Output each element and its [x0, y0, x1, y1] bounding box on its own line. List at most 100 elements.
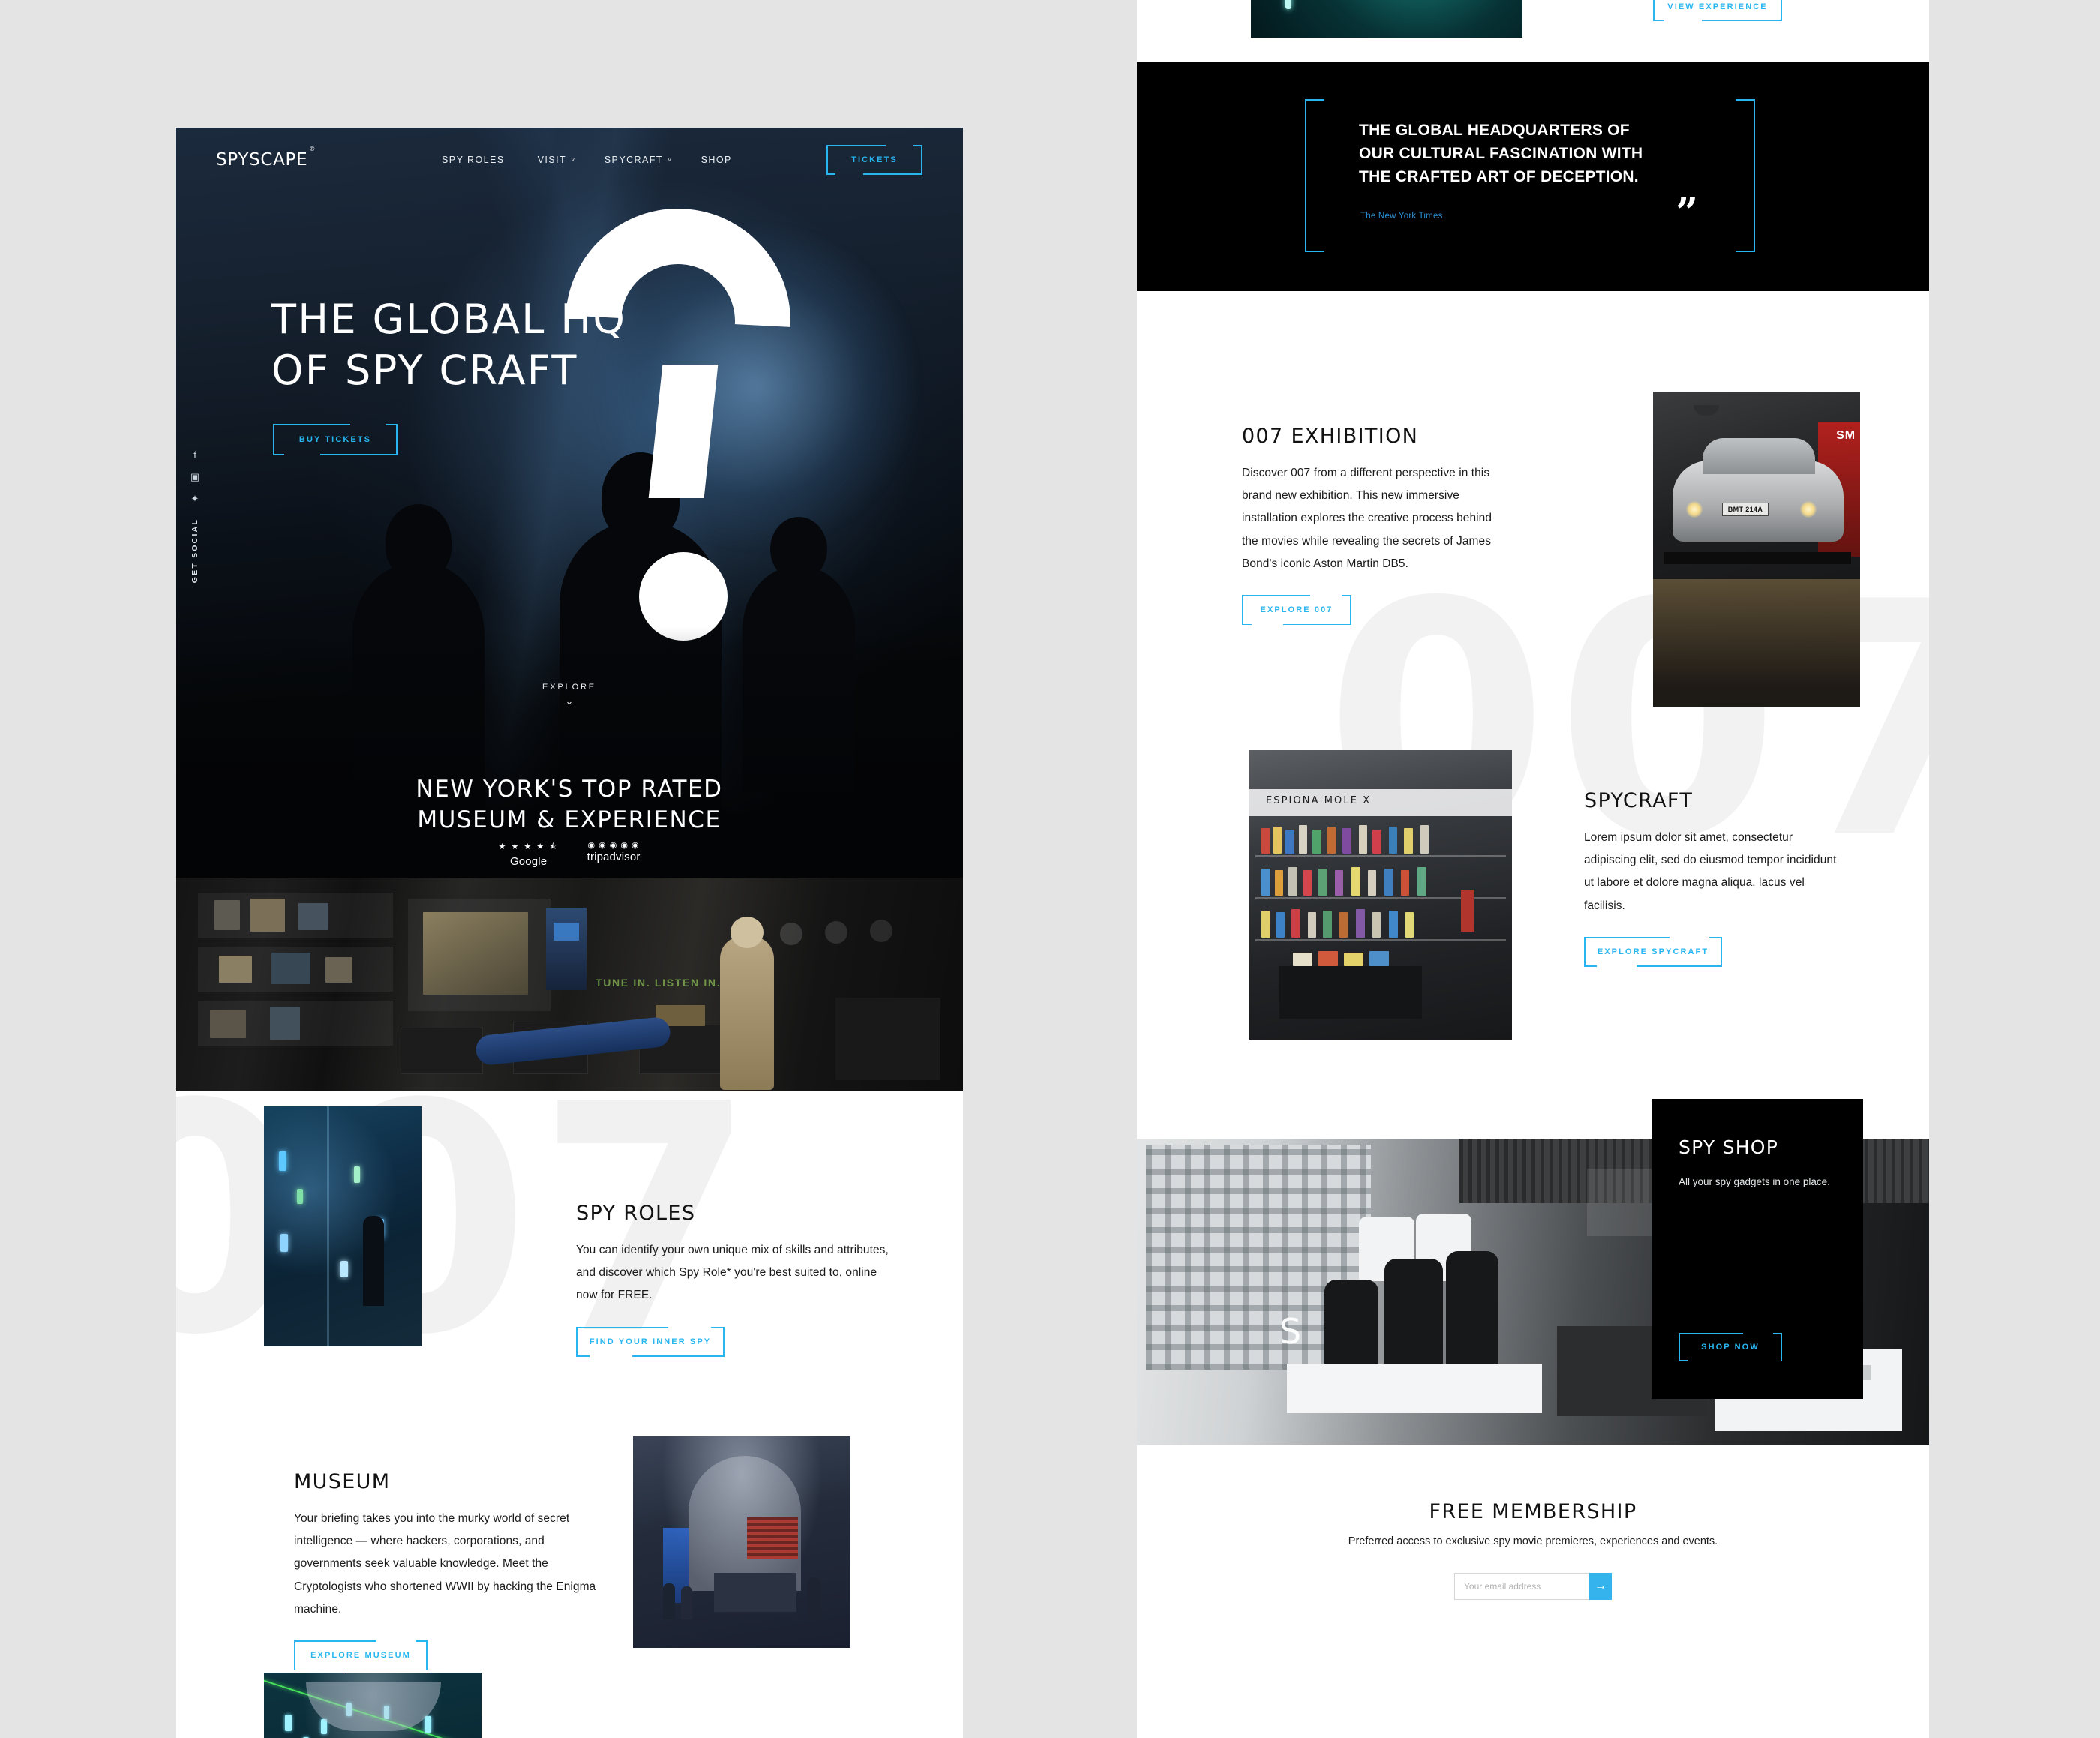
- buy-tickets-label: BUY TICKETS: [298, 435, 372, 444]
- chevron-down-icon: ⌄: [565, 695, 574, 707]
- right-page-mockup: 007 VIEW EXPERIENCE THE GLOBAL HEADQUART…: [1137, 0, 1929, 1738]
- hero-headline-line-2: OF SPY CRAFT: [272, 346, 578, 394]
- left-page-mockup: 007 SPYSCAPE® SPY ROLES VISIT ˅ SPYCRAFT…: [176, 128, 963, 1738]
- quote-text: THE GLOBAL HEADQUARTERS OF OUR CULTURAL …: [1359, 119, 1642, 188]
- explore-spycraft-button[interactable]: EXPLORE SPYCRAFT: [1584, 936, 1722, 967]
- explore-007-button[interactable]: EXPLORE 007: [1242, 595, 1352, 626]
- membership-body: Preferred access to exclusive spy movie …: [1348, 1535, 1718, 1547]
- quote-source: The New York Times: [1360, 212, 1443, 221]
- view-experience-button[interactable]: VIEW EXPERIENCE: [1653, 0, 1782, 21]
- spy-roles-section: SPY ROLES You can identify your own uniq…: [576, 1202, 898, 1357]
- explore-museum-button[interactable]: EXPLORE MUSEUM: [294, 1640, 428, 1671]
- rating-source-name: Google: [509, 855, 548, 868]
- explore-label: EXPLORE: [542, 683, 596, 692]
- membership-form: →: [1454, 1573, 1612, 1600]
- spy-roles-body: You can identify your own unique mix of …: [576, 1244, 889, 1302]
- rating-google: ★ ★ ★ ★ ⯪ Google: [499, 840, 559, 868]
- main-navigation: SPYSCAPE® SPY ROLES VISIT ˅ SPYCRAFT ˅ S…: [176, 128, 963, 192]
- spycraft-title: SPYCRAFT: [1584, 789, 1694, 812]
- quote-mark-icon: ”: [1676, 190, 1698, 236]
- facebook-icon[interactable]: f: [194, 450, 196, 460]
- quote-box: THE GLOBAL HEADQUARTERS OF OUR CULTURAL …: [1305, 99, 1755, 252]
- find-your-inner-spy-button[interactable]: FIND YOUR INNER SPY: [576, 1326, 724, 1357]
- experience-image: [264, 1673, 482, 1738]
- get-social-label: GET SOCIAL: [190, 518, 200, 584]
- nav-item-spycraft[interactable]: SPYCRAFT ˅: [604, 155, 673, 165]
- circle-rating-icon: ◉ ◉ ◉ ◉ ◉: [587, 841, 640, 850]
- museum-section: MUSEUM Your briefing takes you into the …: [294, 1470, 609, 1671]
- instagram-icon[interactable]: ▣: [190, 472, 200, 482]
- spycraft-image: ESPIONA MOLE X: [1250, 750, 1512, 1040]
- spycraft-cta-label: EXPLORE SPYCRAFT: [1597, 947, 1709, 956]
- shop-now-button[interactable]: SHOP NOW: [1678, 1333, 1782, 1568]
- membership-title: FREE MEMBERSHIP: [1429, 1500, 1637, 1523]
- spy-shop-title: SPY SHOP: [1678, 1136, 1779, 1158]
- view-experience-label: VIEW EXPERIENCE: [1667, 2, 1768, 11]
- twitter-icon[interactable]: ✦: [191, 494, 200, 503]
- spycraft-section: SPYCRAFT Lorem ipsum dolor sit amet, con…: [1584, 789, 1846, 967]
- rating-source-name: tripadvisor: [586, 851, 640, 863]
- museum-body: Your briefing takes you into the murky w…: [294, 1512, 596, 1616]
- 007-exhibition-section: 007 EXHIBITION Discover 007 from a diffe…: [1242, 425, 1497, 626]
- nav-label: SHOP: [700, 155, 732, 165]
- museum-cta-label: EXPLORE MUSEUM: [310, 1651, 411, 1661]
- quote-line-3: THE CRAFTED ART OF DECEPTION.: [1359, 168, 1639, 186]
- nav-label: SPY ROLES: [442, 155, 505, 165]
- experience-teal-image: [1251, 0, 1522, 38]
- submit-arrow-button[interactable]: →: [1589, 1573, 1612, 1600]
- spy-roles-cta-label: FIND YOUR INNER SPY: [589, 1337, 712, 1346]
- 007-cta-label: EXPLORE 007: [1260, 605, 1334, 615]
- spy-roles-cta-wrap: FIND YOUR INNER SPY: [576, 1326, 898, 1357]
- hero-sub-line-1: NEW YORK'S TOP RATED: [416, 776, 723, 803]
- nav-item-visit[interactable]: VISIT ˅: [538, 155, 576, 165]
- shop-now-label: SHOP NOW: [1701, 1343, 1760, 1352]
- spyscape-logo[interactable]: SPYSCAPE®: [216, 146, 315, 170]
- shop-sign-text: ESPIONA MOLE X: [1266, 795, 1372, 806]
- 007-exhibition-title: 007 EXHIBITION: [1242, 425, 1419, 448]
- membership-section: FREE MEMBERSHIP Preferred access to excl…: [1137, 1445, 1929, 1730]
- hero-headline: THE GLOBAL HQ OF SPY CRAFT: [272, 294, 626, 395]
- quote-line-1: THE GLOBAL HEADQUARTERS OF: [1359, 122, 1630, 139]
- spycraft-body: Lorem ipsum dolor sit amet, consectetur …: [1584, 831, 1837, 912]
- spyscape-s-logo: S: [1280, 1311, 1302, 1352]
- 007-exhibition-image: SM BMT 214A: [1653, 392, 1860, 707]
- hero-sub-line-2: MUSEUM & EXPERIENCE: [417, 806, 722, 834]
- museum-image: [633, 1436, 850, 1648]
- view-experience-cta-wrap: VIEW EXPERIENCE: [1653, 0, 1782, 21]
- museum-cta-wrap: EXPLORE MUSEUM: [294, 1640, 609, 1671]
- registered-mark: ®: [309, 146, 316, 153]
- ratings-row: ★ ★ ★ ★ ⯪ Google ◉ ◉ ◉ ◉ ◉ tripadvisor: [176, 840, 963, 868]
- car-plate: BMT 214A: [1722, 503, 1768, 516]
- nav-item-shop[interactable]: SHOP: [701, 155, 736, 165]
- hero-section: SPYSCAPE® SPY ROLES VISIT ˅ SPYCRAFT ˅ S…: [176, 128, 963, 1091]
- quote-line-2: OUR CULTURAL FASCINATION WITH: [1359, 145, 1643, 163]
- tickets-button[interactable]: TICKETS: [826, 145, 922, 175]
- hero-headline-line-1: THE GLOBAL HQ: [272, 296, 627, 343]
- buy-tickets-button[interactable]: BUY TICKETS: [273, 424, 398, 455]
- spy-shop-body: All your spy gadgets in one place.: [1678, 1176, 1830, 1187]
- logo-text: SPYSCAPE: [216, 150, 308, 170]
- spycraft-cta-wrap: EXPLORE SPYCRAFT: [1584, 936, 1846, 967]
- screenshot-canvas: 007 SPYSCAPE® SPY ROLES VISIT ˅ SPYCRAFT…: [0, 0, 2100, 1738]
- tickets-label: TICKETS: [851, 155, 898, 164]
- spy-shop-cta-wrap: SHOP NOW: [1678, 1333, 1782, 1568]
- 007-cta-wrap: EXPLORE 007: [1242, 595, 1497, 626]
- email-input[interactable]: [1454, 1573, 1589, 1600]
- photo-wall-text: TUNE IN. LISTEN IN.: [596, 977, 722, 989]
- explore-scroll-cue[interactable]: EXPLORE ⌄: [176, 683, 963, 707]
- tickets-button-wrap: TICKETS: [826, 145, 922, 175]
- spy-roles-title: SPY ROLES: [576, 1202, 696, 1225]
- star-rating-icon: ★ ★ ★ ★ ⯪: [498, 842, 559, 851]
- nav-item-spy-roles[interactable]: SPY ROLES: [442, 155, 509, 165]
- hero-museum-photo: TUNE IN. LISTEN IN.: [176, 878, 963, 1091]
- quote-band: THE GLOBAL HEADQUARTERS OF OUR CULTURAL …: [1137, 62, 1929, 291]
- chevron-down-icon: ˅: [667, 156, 673, 164]
- nav-label: SPYCRAFT: [604, 155, 663, 165]
- chevron-down-icon: ˅: [571, 156, 576, 164]
- rating-tripadvisor: ◉ ◉ ◉ ◉ ◉ tripadvisor: [587, 840, 640, 868]
- nav-links: SPY ROLES VISIT ˅ SPYCRAFT ˅ SHOP: [442, 155, 736, 165]
- museum-title: MUSEUM: [294, 1470, 391, 1493]
- nav-label: VISIT: [537, 155, 567, 165]
- get-social-rail: f ▣ ✦ GET SOCIAL: [186, 450, 204, 583]
- spy-roles-image: [264, 1106, 422, 1346]
